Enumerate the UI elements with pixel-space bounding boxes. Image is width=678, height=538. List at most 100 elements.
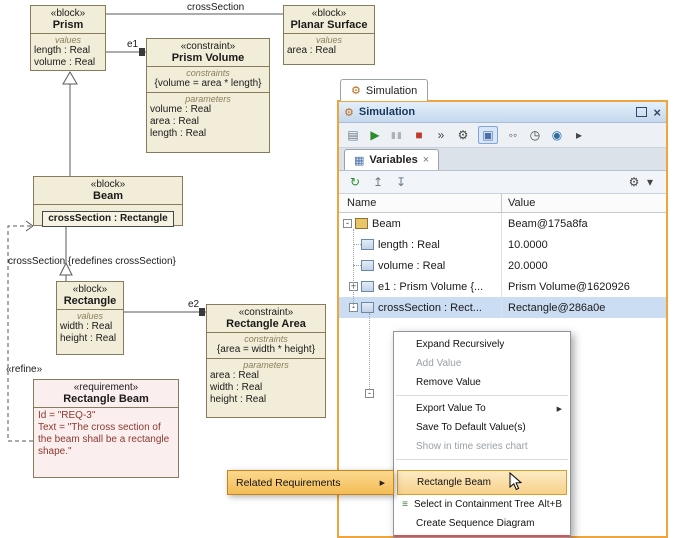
menu-item-expand-recursively[interactable]: Expand Recursively xyxy=(394,335,570,354)
breakpoint-dots-icon[interactable]: ◦◦ xyxy=(506,127,520,143)
tree-connector-line xyxy=(369,313,370,393)
prism-volume-param-area: area : Real xyxy=(147,116,269,128)
menu-item-remove-value[interactable]: Remove Value xyxy=(394,373,570,392)
settings-gear-icon[interactable]: ⚙ xyxy=(456,127,470,143)
containment-tree-icon: ≡ xyxy=(399,499,411,510)
tree-connector-stub xyxy=(353,244,361,245)
binding-label-e1: e1 xyxy=(127,39,138,50)
menu-item-related-requirements[interactable]: Related Requirements ▶ xyxy=(227,470,394,495)
rectangle-stereotype: «block» xyxy=(59,284,121,295)
table-row-beam[interactable]: - Beam Beam@175a8fa xyxy=(339,213,666,234)
requirement-id-line: Id = "REQ-3" xyxy=(38,410,174,422)
console-icon[interactable]: ▤ xyxy=(346,127,360,143)
block-planar-surface[interactable]: «block» Planar Surface values area : Rea… xyxy=(283,5,375,65)
planar-stereotype: «block» xyxy=(286,8,372,19)
float-window-button[interactable] xyxy=(636,107,647,117)
rectangle-area-stereotype: «constraint» xyxy=(209,307,323,318)
constraint-prism-volume[interactable]: «constraint» Prism Volume constraints {v… xyxy=(146,38,270,153)
context-menu: Expand Recursively Add Value Remove Valu… xyxy=(393,331,571,538)
submenu-arrow-icon: ▶ xyxy=(380,479,385,487)
prism-volume-parameters-label: parameters xyxy=(147,94,269,104)
run-button[interactable]: ▶ xyxy=(368,127,382,143)
tab-variables[interactable]: ▦ Variables × xyxy=(344,149,439,170)
menu-shortcut: Alt+B xyxy=(534,499,562,510)
rectangle-area-name: Rectangle Area xyxy=(209,318,323,331)
export-icon[interactable]: ↥ xyxy=(371,174,385,190)
rectangle-attr-height: height : Real xyxy=(57,333,123,345)
simulation-window-icon: ⚙ xyxy=(344,106,354,119)
requirement-rectangle-beam[interactable]: «requirement» Rectangle Beam Id = "REQ-3… xyxy=(33,379,179,478)
expander-icon[interactable]: - xyxy=(343,219,352,228)
nested-expander-icon[interactable]: - xyxy=(365,389,374,398)
rectangle-name: Rectangle xyxy=(59,295,121,308)
tree-connector-line xyxy=(353,229,354,307)
block-prism[interactable]: «block» Prism values length : Real volum… xyxy=(30,5,106,71)
menu-item-rectangle-beam[interactable]: Rectangle Beam xyxy=(397,470,567,495)
prism-volume-stereotype: «constraint» xyxy=(149,41,267,52)
requirement-text-line: Text = "The cross section of the beam sh… xyxy=(38,422,174,458)
beam-crosssection-property[interactable]: crossSection : Rectangle xyxy=(42,211,173,227)
toolbar-expand-icon[interactable]: ▸ xyxy=(572,127,586,143)
table-row-crosssection-selected[interactable]: - crossSection : Rect... Rectangle@286a0… xyxy=(339,297,666,318)
clock-icon[interactable]: ◷ xyxy=(528,127,542,143)
rectangle-attr-width: width : Real xyxy=(57,321,123,333)
planar-values-label: values xyxy=(284,35,374,45)
close-variables-tab[interactable]: × xyxy=(423,154,429,166)
menu-item-create-sequence-diagram[interactable]: Create Sequence Diagram xyxy=(394,514,570,533)
pause-button[interactable]: ▮▮ xyxy=(390,127,404,143)
options-gear-icon[interactable]: ⚙ xyxy=(627,174,641,190)
simulation-tab-icon: ⚙ xyxy=(351,84,361,97)
block-rectangle[interactable]: «block» Rectangle values width : Real he… xyxy=(56,281,124,355)
rectangle-area-parameters-label: parameters xyxy=(207,360,325,370)
value-property-icon xyxy=(361,302,374,313)
terminate-button[interactable]: ■ xyxy=(412,127,426,143)
table-row-length[interactable]: length : Real 10.0000 xyxy=(339,234,666,255)
options-caret-icon[interactable]: ▾ xyxy=(643,174,657,190)
variables-tab-label: Variables xyxy=(369,154,417,166)
toolbar-overflow-chevron[interactable]: » xyxy=(434,127,448,143)
variables-tab-icon: ▦ xyxy=(354,154,364,167)
menu-item-save-to-default-values[interactable]: Save To Default Value(s) xyxy=(394,418,570,437)
prism-volume-name: Prism Volume xyxy=(149,52,267,65)
simulation-tab-label: Simulation xyxy=(366,85,417,97)
menu-item-add-value: Add Value xyxy=(394,354,570,373)
column-header-name[interactable]: Name xyxy=(339,194,502,212)
animation-toggle-icon[interactable]: ▣ xyxy=(478,126,498,144)
constraint-property-icon xyxy=(361,281,374,292)
menu-item-select-in-containment-tree[interactable]: ≡Select in Containment TreeAlt+B xyxy=(394,495,570,514)
constraint-rectangle-area[interactable]: «constraint» Rectangle Area constraints … xyxy=(206,304,326,418)
submenu-arrow-icon: ▶ xyxy=(557,405,562,413)
menu-item-export-value-to[interactable]: Export Value To▶ xyxy=(394,399,570,418)
close-window-button[interactable]: × xyxy=(653,106,661,119)
prism-name: Prism xyxy=(33,19,103,32)
rectangle-area-param-area: area : Real xyxy=(207,370,325,382)
menu-item-show-in-time-series-chart: Show in time series chart xyxy=(394,437,570,456)
block-instance-icon xyxy=(355,218,368,229)
prism-values-label: values xyxy=(31,35,105,45)
column-header-value[interactable]: Value xyxy=(502,194,666,212)
prism-volume-param-volume: volume : Real xyxy=(147,104,269,116)
menu-bottom-red-line xyxy=(394,535,570,537)
web-server-icon[interactable]: ◉ xyxy=(550,127,564,143)
tab-simulation[interactable]: ⚙ Simulation xyxy=(340,79,428,101)
simulation-window-title: Simulation xyxy=(359,106,415,118)
prism-volume-param-length: length : Real xyxy=(147,128,269,140)
table-row-e1[interactable]: + e1 : Prism Volume {... Prism Volume@16… xyxy=(339,276,666,297)
association-label-crosssection: crossSection xyxy=(187,2,244,13)
simulation-titlebar: ⚙ Simulation × xyxy=(339,102,666,123)
rectangle-area-constraints-label: constraints xyxy=(207,334,325,344)
refresh-icon[interactable]: ↻ xyxy=(348,174,362,190)
table-row-volume[interactable]: volume : Real 20.0000 xyxy=(339,255,666,276)
block-beam[interactable]: «block» Beam crossSection : Rectangle xyxy=(33,176,183,226)
refine-stereotype-label: «refine» xyxy=(6,364,42,375)
prism-attr-length: length : Real xyxy=(31,45,105,57)
save-values-icon[interactable]: ↧ xyxy=(394,174,408,190)
rectangle-values-label: values xyxy=(57,311,123,321)
prism-volume-expression: {volume = area * length} xyxy=(147,78,269,90)
requirement-name: Rectangle Beam xyxy=(36,393,176,406)
application-canvas: crossSection e1 e2 crossSection {redefin… xyxy=(0,0,678,538)
panel-tab-strip: ▦ Variables × xyxy=(339,148,666,171)
simulation-toolbar: ▤ ▶ ▮▮ ■ » ⚙ ▣ ◦◦ ◷ ◉ ▸ xyxy=(339,123,666,148)
requirement-stereotype: «requirement» xyxy=(36,382,176,393)
redefines-label: crossSection {redefines crossSection} xyxy=(8,256,176,267)
